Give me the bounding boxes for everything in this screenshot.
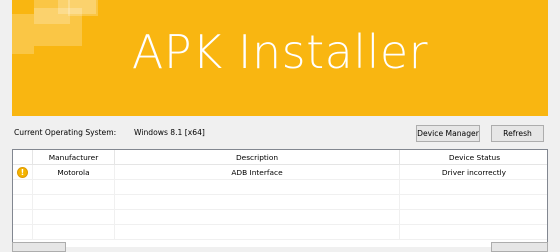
column-header-manufacturer[interactable]: Manufacturer [33,150,115,164]
table-row-empty [13,195,547,210]
table-row-empty [13,225,547,240]
empty-cell [115,180,400,194]
device-table: Manufacturer Description Device Status !… [12,149,548,247]
empty-cell [33,210,115,224]
empty-cell [33,225,115,239]
empty-cell [115,225,400,239]
refresh-button[interactable]: Refresh [491,125,544,142]
empty-cell [400,195,547,209]
empty-cell [13,195,33,209]
device-manager-button[interactable]: Device Manager [416,125,480,142]
banner: APK Installer [12,0,548,116]
os-value: Windows 8.1 [x64] [134,128,205,137]
table-row-empty [13,210,547,225]
manufacturer-cell: Motorola [33,165,115,179]
device-status-cell: Driver incorrectly [400,165,547,179]
empty-cell [33,180,115,194]
table-header: Manufacturer Description Device Status [13,150,547,165]
empty-cell [33,195,115,209]
description-cell: ADB Interface [115,165,400,179]
empty-cell [115,195,400,209]
empty-cell [13,180,33,194]
os-label: Current Operating System: [14,128,117,137]
bottom-right-button[interactable] [491,242,548,252]
status-cell: ! [13,165,33,179]
empty-cell [400,180,547,194]
table-row[interactable]: ! Motorola ADB Interface Driver incorrec… [13,165,547,180]
column-header-icon[interactable] [13,150,33,164]
decorative-square [68,0,98,16]
app-title: APK Installer [131,25,429,79]
empty-cell [115,210,400,224]
empty-cell [400,225,547,239]
warning-icon: ! [17,166,28,178]
empty-cell [13,210,33,224]
bottom-left-button[interactable] [12,242,66,252]
empty-cell [400,210,547,224]
column-header-description[interactable]: Description [115,150,400,164]
column-header-device-status[interactable]: Device Status [400,150,547,164]
empty-cell [13,225,33,239]
table-row-empty [13,180,547,195]
